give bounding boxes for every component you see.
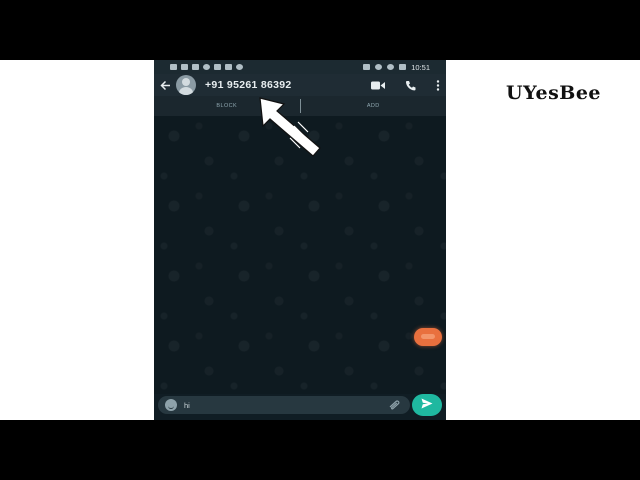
wifi-icon [203, 64, 210, 70]
status-bar-left-icons [170, 64, 243, 70]
status-bar-right-icons: 10:51 [363, 63, 430, 72]
battery-icon [399, 64, 407, 70]
phone-screen: 10:51 +91 95261 86392 BLOCK ADD hi [154, 60, 446, 420]
arrow-left-icon[interactable] [156, 74, 174, 96]
left-margin-panel [0, 60, 154, 420]
signal-icon-2 [192, 64, 199, 70]
app-bar-actions [371, 74, 440, 96]
letterbox-bottom [0, 420, 640, 480]
message-input[interactable]: hi [184, 401, 388, 410]
chat-app-bar: +91 95261 86392 [154, 74, 446, 96]
status-time: 10:51 [411, 62, 430, 72]
unknown-contact-actions: BLOCK ADD [154, 96, 446, 116]
floating-badge-mark [421, 334, 435, 339]
notification-icon [170, 64, 177, 70]
emoji-icon[interactable] [165, 399, 177, 411]
more-vertical-icon[interactable] [436, 79, 440, 91]
signal-icon [181, 64, 188, 70]
right-margin-panel [446, 60, 640, 420]
phone-icon[interactable] [405, 80, 416, 91]
alarm-icon [387, 64, 395, 70]
paperclip-icon[interactable] [388, 400, 402, 410]
bluetooth-icon [375, 64, 383, 70]
channel-watermark: UYesBee [506, 82, 602, 104]
nfc-icon [363, 64, 371, 70]
letterbox-top [0, 0, 640, 60]
data-speed-icon [214, 64, 221, 70]
block-button[interactable]: BLOCK [154, 103, 300, 109]
contact-avatar[interactable] [176, 75, 196, 95]
chat-message-area[interactable] [154, 116, 446, 394]
status-bar: 10:51 [154, 60, 446, 74]
add-contact-button[interactable]: ADD [301, 103, 447, 109]
send-icon [421, 396, 433, 414]
app-notification-icon [225, 64, 232, 70]
video-camera-icon[interactable] [371, 81, 385, 90]
message-composer: hi [158, 396, 410, 414]
contact-title[interactable]: +91 95261 86392 [205, 79, 292, 91]
floating-badge[interactable] [414, 328, 442, 346]
app-notification-icon-2 [236, 64, 243, 70]
send-button[interactable] [412, 394, 442, 416]
